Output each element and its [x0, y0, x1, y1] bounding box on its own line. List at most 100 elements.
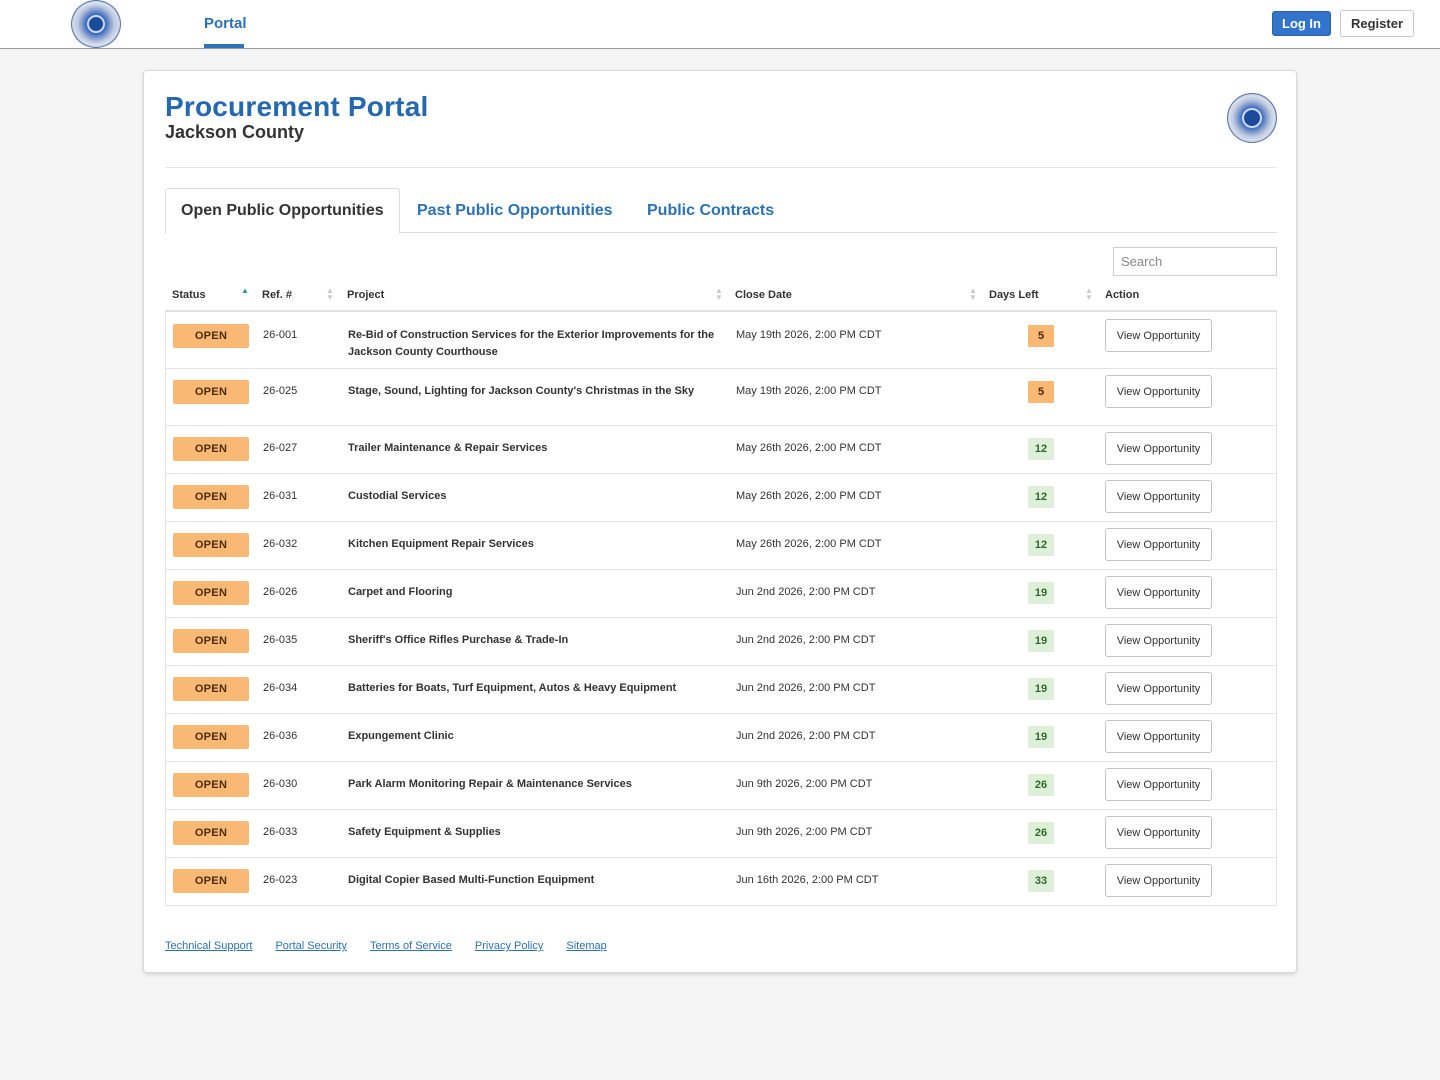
view-opportunity-button[interactable]: View Opportunity [1105, 672, 1212, 705]
days-left-badge: 19 [1028, 678, 1054, 700]
table-row: OPEN 26-032 Kitchen Equipment Repair Ser… [166, 522, 1276, 570]
sort-icon[interactable]: ▲ ▼ [326, 287, 334, 302]
status-badge: OPEN [173, 380, 249, 404]
view-opportunity-button[interactable]: View Opportunity [1105, 319, 1212, 352]
table-row: OPEN 26-030 Park Alarm Monitoring Repair… [166, 762, 1276, 810]
ref-number: 26-034 [263, 682, 298, 694]
close-date: May 26th 2026, 2:00 PM CDT [736, 490, 882, 502]
project-name: Digital Copier Based Multi-Function Equi… [348, 874, 595, 886]
days-left-badge: 26 [1028, 822, 1054, 844]
ref-number: 26-026 [263, 586, 298, 598]
status-badge: OPEN [173, 773, 249, 797]
page-subtitle: Jackson County [165, 122, 305, 142]
project-name: Stage, Sound, Lighting for Jackson Count… [348, 385, 695, 397]
opportunities-table: OPEN 26-001 Re-Bid of Construction Servi… [165, 312, 1277, 906]
ref-number: 26-023 [263, 874, 298, 886]
view-opportunity-button[interactable]: View Opportunity [1105, 375, 1212, 408]
view-opportunity-button[interactable]: View Opportunity [1105, 480, 1212, 513]
close-date: Jun 2nd 2026, 2:00 PM CDT [736, 730, 876, 742]
table-row: OPEN 26-026 Carpet and Flooring Jun 2nd … [166, 570, 1276, 618]
column-header-status[interactable]: Status [172, 289, 206, 301]
view-opportunity-button[interactable]: View Opportunity [1105, 720, 1212, 753]
title-divider [165, 167, 1277, 168]
tab-open-opportunities[interactable]: Open Public Opportunities [165, 188, 400, 234]
register-button[interactable]: Register [1340, 10, 1414, 37]
search-input[interactable] [1113, 247, 1277, 276]
close-date: May 26th 2026, 2:00 PM CDT [736, 538, 882, 550]
footer-link-privacy-policy[interactable]: Privacy Policy [475, 940, 543, 952]
ref-number: 26-027 [263, 442, 298, 454]
view-opportunity-button[interactable]: View Opportunity [1105, 624, 1212, 657]
nav-active-indicator [204, 44, 244, 48]
column-header-close-date[interactable]: Close Date [735, 289, 792, 301]
project-name: Expungement Clinic [348, 730, 454, 742]
project-name: Kitchen Equipment Repair Services [348, 538, 534, 550]
table-row: OPEN 26-034 Batteries for Boats, Turf Eq… [166, 666, 1276, 714]
view-opportunity-button[interactable]: View Opportunity [1105, 816, 1212, 849]
tab-past-opportunities[interactable]: Past Public Opportunities [417, 188, 613, 233]
column-header-days-left[interactable]: Days Left [989, 289, 1039, 301]
status-badge: OPEN [173, 581, 249, 605]
project-name: Batteries for Boats, Turf Equipment, Aut… [348, 682, 677, 694]
footer-link-terms-of-service[interactable]: Terms of Service [370, 940, 452, 952]
sort-icon[interactable]: ▲ ▼ [715, 287, 723, 302]
close-date: Jun 2nd 2026, 2:00 PM CDT [736, 634, 876, 646]
county-seal-logo[interactable] [71, 0, 121, 48]
sort-icon[interactable]: ▲ ▼ [1085, 287, 1093, 302]
close-date: Jun 2nd 2026, 2:00 PM CDT [736, 586, 876, 598]
nav-portal-link[interactable]: Portal [204, 15, 247, 32]
ref-number: 26-031 [263, 490, 298, 502]
column-header-ref[interactable]: Ref. # [262, 289, 292, 301]
footer-link-technical-support[interactable]: Technical Support [165, 940, 252, 952]
days-left-badge: 19 [1028, 630, 1054, 652]
view-opportunity-button[interactable]: View Opportunity [1105, 432, 1212, 465]
view-opportunity-button[interactable]: View Opportunity [1105, 864, 1212, 897]
sort-icon[interactable]: ▲ ▼ [969, 287, 977, 302]
status-badge: OPEN [173, 533, 249, 557]
close-date: Jun 9th 2026, 2:00 PM CDT [736, 778, 873, 790]
ref-number: 26-035 [263, 634, 298, 646]
status-badge: OPEN [173, 821, 249, 845]
ref-number: 26-025 [263, 385, 298, 397]
status-badge: OPEN [173, 677, 249, 701]
ref-number: 26-030 [263, 778, 298, 790]
footer-link-portal-security[interactable]: Portal Security [275, 940, 347, 952]
days-left-badge: 5 [1028, 325, 1054, 347]
table-row: OPEN 26-027 Trailer Maintenance & Repair… [166, 426, 1276, 474]
days-left-badge: 33 [1028, 870, 1054, 892]
close-date: May 26th 2026, 2:00 PM CDT [736, 442, 882, 454]
view-opportunity-button[interactable]: View Opportunity [1105, 576, 1212, 609]
ref-number: 26-036 [263, 730, 298, 742]
status-badge: OPEN [173, 324, 249, 348]
column-header-project[interactable]: Project [347, 289, 384, 301]
table-row: OPEN 26-036 Expungement Clinic Jun 2nd 2… [166, 714, 1276, 762]
days-left-badge: 19 [1028, 582, 1054, 604]
county-seal-icon [1227, 93, 1277, 143]
footer-link-sitemap[interactable]: Sitemap [566, 940, 606, 952]
tab-public-contracts[interactable]: Public Contracts [647, 188, 774, 233]
page-title: Procurement Portal [165, 91, 429, 122]
view-opportunity-button[interactable]: View Opportunity [1105, 768, 1212, 801]
close-date: Jun 9th 2026, 2:00 PM CDT [736, 826, 873, 838]
table-row: OPEN 26-001 Re-Bid of Construction Servi… [166, 312, 1276, 369]
days-left-badge: 26 [1028, 774, 1054, 796]
ref-number: 26-033 [263, 826, 298, 838]
days-left-badge: 12 [1028, 534, 1054, 556]
table-row: OPEN 26-031 Custodial Services May 26th … [166, 474, 1276, 522]
project-name: Re-Bid of Construction Services for the … [348, 329, 715, 358]
status-badge: OPEN [173, 485, 249, 509]
days-left-badge: 5 [1028, 381, 1054, 403]
close-date: Jun 16th 2026, 2:00 PM CDT [736, 874, 879, 886]
view-opportunity-button[interactable]: View Opportunity [1105, 528, 1212, 561]
login-button[interactable]: Log In [1272, 11, 1331, 36]
status-badge: OPEN [173, 629, 249, 653]
table-row: OPEN 26-025 Stage, Sound, Lighting for J… [166, 369, 1276, 426]
sort-asc-icon[interactable]: ▲ [241, 287, 249, 295]
days-left-badge: 12 [1028, 486, 1054, 508]
close-date: Jun 2nd 2026, 2:00 PM CDT [736, 682, 876, 694]
close-date: May 19th 2026, 2:00 PM CDT [736, 329, 882, 341]
table-row: OPEN 26-023 Digital Copier Based Multi-F… [166, 858, 1276, 906]
days-left-badge: 12 [1028, 438, 1054, 460]
table-row: OPEN 26-035 Sheriff's Office Rifles Purc… [166, 618, 1276, 666]
status-badge: OPEN [173, 725, 249, 749]
